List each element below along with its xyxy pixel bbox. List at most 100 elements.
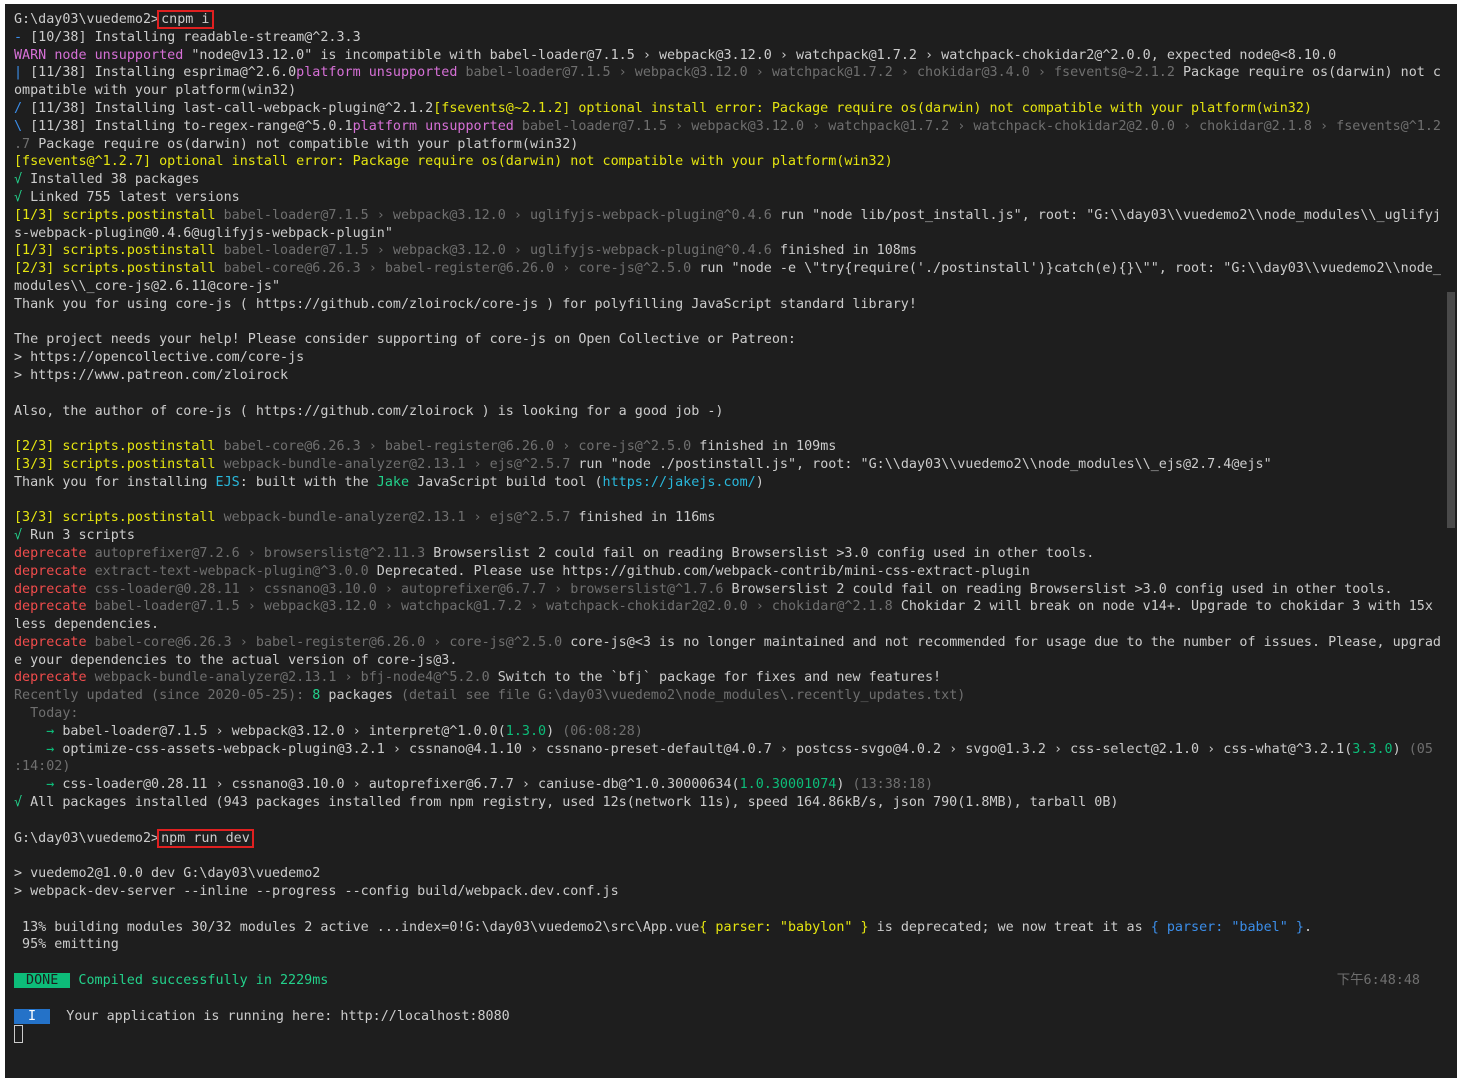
- terminal-text: webpack-bundle-analyzer@2.13.1 › ejs@^2.…: [223, 510, 579, 526]
- terminal-text: packages: [320, 688, 401, 704]
- terminal-text: [10/38] Installing readable-stream@^2.3.…: [30, 29, 361, 45]
- terminal-text: [1/3] scripts.postinstall: [14, 243, 224, 259]
- terminal-line: s-webpack-plugin@0.4.6@uglifyjs-webpack-…: [14, 225, 1442, 243]
- terminal-line: ompatible with your platform(win32): [14, 82, 1442, 100]
- terminal-text: Also, the author of core-js ( https://gi…: [14, 403, 724, 419]
- terminal-text: JavaScript build tool (: [409, 474, 603, 490]
- terminal-text: \: [14, 118, 31, 134]
- terminal-text: deprecate: [14, 670, 95, 686]
- terminal-line: deprecate css-loader@0.28.11 › cssnano@3…: [14, 581, 1442, 599]
- terminal-text: e your dependencies to the actual versio…: [14, 652, 458, 668]
- terminal-text: css-loader@0.28.11 › cssnano@3.10.0 › au…: [94, 581, 732, 597]
- terminal-text: babel-core@6.26.3 › babel-register@6.26.…: [223, 439, 700, 455]
- terminal-line: [1/3] scripts.postinstall babel-loader@7…: [14, 207, 1442, 225]
- terminal-line: Thank you for installing EJS: built with…: [14, 474, 1442, 492]
- terminal-text: 3.3.0: [1352, 741, 1393, 757]
- terminal-line: > webpack-dev-server --inline --progress…: [14, 883, 1442, 901]
- terminal-text: https://jakejs.com/: [602, 474, 756, 490]
- terminal-text: √: [14, 795, 31, 811]
- terminal-text: node: [54, 47, 95, 63]
- terminal-line: √ All packages installed (943 packages i…: [14, 794, 1442, 812]
- terminal-line: > https://opencollective.com/core-js: [14, 349, 1442, 367]
- terminal-text: Package require os(darwin) not c: [1183, 65, 1441, 81]
- terminal-text: optimize-css-assets-webpack-plugin@3.2.1…: [62, 741, 1353, 757]
- terminal-text: ): [546, 723, 563, 739]
- terminal-line: [3/3] scripts.postinstall webpack-bundle…: [14, 509, 1442, 527]
- terminal-text: →: [14, 723, 63, 739]
- terminal-text: →: [14, 741, 63, 757]
- terminal-scrollbar[interactable]: [1447, 292, 1455, 528]
- terminal-text: (detail see file G:\day03\vuedemo2\node_…: [400, 688, 966, 704]
- terminal-text: (05: [1408, 741, 1433, 757]
- terminal-text: babel-core@6.26.3 › babel-register@6.26.…: [94, 634, 571, 650]
- terminal-line: √ Linked 755 latest versions: [14, 189, 1442, 207]
- terminal-text: (06:08:28): [562, 723, 643, 739]
- timestamp: 下午6:48:48: [1336, 973, 1420, 989]
- terminal-line: - [10/38] Installing readable-stream@^2.…: [14, 29, 1442, 47]
- terminal-line: deprecate webpack-bundle-analyzer@2.13.1…: [14, 669, 1442, 687]
- terminal-line: > vuedemo2@1.0.0 dev G:\day03\vuedemo2: [14, 865, 1442, 883]
- terminal-text: autoprefixer@7.2.6 › browserslist@^2.11.…: [94, 545, 434, 561]
- terminal-text: finished in 109ms: [699, 439, 837, 455]
- terminal-line: deprecate babel-loader@7.1.5 › webpack@3…: [14, 598, 1442, 616]
- terminal-text: :14:02): [14, 759, 71, 775]
- terminal-text: G:\day03\vuedemo2>: [14, 830, 160, 846]
- terminal-line: less dependencies.: [14, 616, 1442, 634]
- terminal-text: less dependencies.: [14, 617, 160, 633]
- terminal-text: 13% building modules 30/32 modules 2 act…: [14, 919, 700, 935]
- terminal-text: (13:38:18): [852, 777, 934, 793]
- terminal-text: deprecate: [14, 634, 95, 650]
- terminal-text: Jake: [376, 474, 410, 490]
- terminal-text: [11/38] Installing to-regex-range@^5.0.1: [30, 118, 353, 134]
- terminal-text: { parser: "babel" }: [1150, 919, 1304, 935]
- terminal-text: √: [14, 528, 31, 544]
- terminal-line: Recently updated (since 2020-05-25): 8 p…: [14, 687, 1442, 705]
- terminal-text: [3/3] scripts.postinstall: [14, 510, 224, 526]
- terminal-line: Thank you for using core-js ( https://gi…: [14, 296, 1442, 314]
- terminal-text: platform unsupported: [296, 65, 466, 81]
- terminal-output: G:\day03\vuedemo2> cnpm i- [10/38] Instal…: [14, 10, 1442, 1046]
- terminal-text: unsupported: [94, 47, 192, 63]
- terminal-text: modules\\_core-js@2.6.11@core-js": [14, 278, 281, 294]
- terminal-text: /: [14, 100, 31, 116]
- terminal-text: Run 3 scripts: [30, 528, 135, 544]
- terminal-line: WARN node unsupported "node@v13.12.0" is…: [14, 47, 1442, 65]
- terminal-text: babel-loader@7.1.5 › webpack@3.12.0 › wa…: [521, 118, 1441, 134]
- terminal-text: webpack-bundle-analyzer@2.13.1 › ejs@^2.…: [223, 456, 579, 472]
- terminal-text: ): [755, 474, 764, 490]
- terminal-text: Linked 755 latest versions: [30, 189, 240, 205]
- terminal-line: G:\day03\vuedemo2> npm run dev: [14, 828, 1442, 848]
- terminal-line: 13% building modules 30/32 modules 2 act…: [14, 919, 1442, 937]
- terminal-text: babel-loader@7.1.5 › webpack@3.12.0 › in…: [62, 723, 506, 739]
- terminal-text: deprecate: [14, 581, 95, 597]
- terminal-line: → css-loader@0.28.11 › cssnano@3.10.0 › …: [14, 776, 1442, 794]
- terminal-text: deprecate: [14, 545, 95, 561]
- terminal-text: extract-text-webpack-plugin@^3.0.0: [94, 563, 377, 579]
- terminal-line: I Your application is running here: http…: [14, 1008, 1442, 1026]
- terminal-window[interactable]: G:\day03\vuedemo2> cnpm i- [10/38] Instal…: [5, 4, 1457, 1078]
- terminal-text: .: [1303, 919, 1312, 935]
- terminal-text: > https://www.patreon.com/zloirock: [14, 367, 289, 383]
- terminal-text: Browserslist 2 could fail on reading Bro…: [731, 581, 1393, 597]
- terminal-line: [1/3] scripts.postinstall babel-loader@7…: [14, 242, 1442, 260]
- terminal-text: ompatible with your platform(win32): [14, 83, 297, 99]
- terminal-line: e your dependencies to the actual versio…: [14, 652, 1442, 670]
- terminal-text: > https://opencollective.com/core-js: [14, 350, 305, 366]
- terminal-line: deprecate babel-core@6.26.3 › babel-regi…: [14, 634, 1442, 652]
- terminal-text: css-loader@0.28.11 › cssnano@3.10.0 › au…: [62, 777, 740, 793]
- cursor-icon: [14, 1025, 23, 1044]
- terminal-text: 1.0.30001074: [739, 777, 837, 793]
- terminal-text: [3/3] scripts.postinstall: [14, 456, 224, 472]
- terminal-text: deprecate: [14, 563, 95, 579]
- terminal-text: The project needs your help! Please cons…: [14, 332, 796, 348]
- terminal-text: Deprecated. Please use https://github.co…: [376, 563, 1030, 579]
- terminal-line: \ [11/38] Installing to-regex-range@^5.0…: [14, 118, 1442, 136]
- terminal-text: Your application is running here: http:/…: [50, 1008, 510, 1024]
- terminal-text: WARN: [14, 47, 55, 63]
- terminal-line: [fsevents@^1.2.7] optional install error…: [14, 153, 1442, 171]
- terminal-line: | [11/38] Installing esprima@^2.6.0platf…: [14, 64, 1442, 82]
